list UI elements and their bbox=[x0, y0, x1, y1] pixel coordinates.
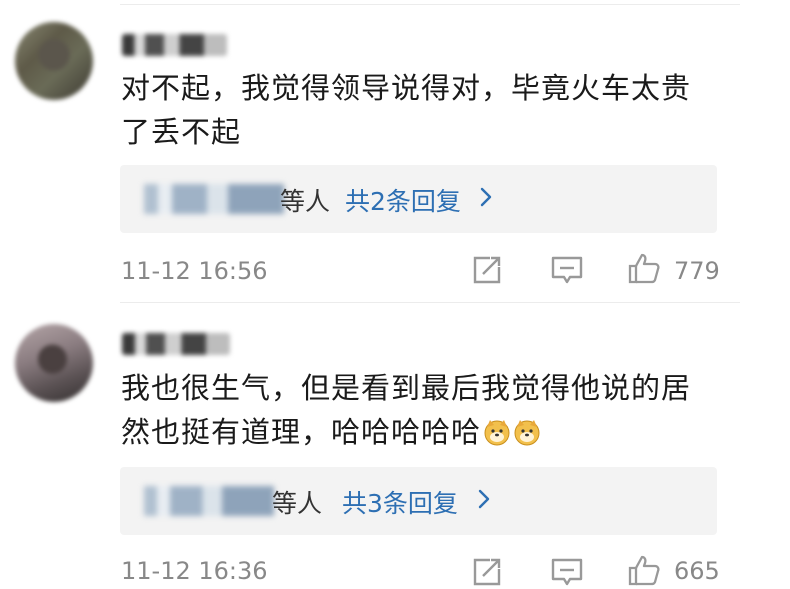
reply-usernames-blurred bbox=[144, 184, 284, 214]
reply-count-link[interactable]: 共2条回复 bbox=[345, 182, 461, 218]
like-count: 779 bbox=[674, 257, 720, 285]
comment-text-line: 了丢不起 bbox=[121, 115, 242, 149]
comment-icon[interactable] bbox=[550, 555, 584, 589]
avatar[interactable] bbox=[15, 324, 93, 402]
thumbs-up-icon[interactable] bbox=[627, 251, 661, 285]
comment-divider bbox=[120, 302, 740, 303]
like-count: 665 bbox=[674, 557, 720, 585]
username-blurred[interactable] bbox=[122, 34, 227, 56]
comment-text: 对不起，我觉得领导说得对，毕竟火车太贵 了丢不起 bbox=[121, 66, 721, 154]
comment-text-line: 对不起，我觉得领导说得对，毕竟火车太贵 bbox=[121, 71, 692, 105]
chevron-right-icon bbox=[478, 489, 490, 509]
timestamp: 11-12 16:36 bbox=[121, 557, 268, 585]
top-divider bbox=[120, 4, 740, 5]
doge-emoji-icon bbox=[514, 420, 540, 446]
timestamp: 11-12 16:56 bbox=[121, 257, 268, 285]
reply-etc-label: 等人 bbox=[280, 187, 331, 216]
chevron-right-icon bbox=[480, 187, 492, 207]
comment-icon[interactable] bbox=[550, 253, 584, 287]
avatar[interactable] bbox=[15, 22, 93, 100]
reply-usernames-blurred bbox=[144, 486, 274, 516]
comment-text: 我也很生气，但是看到最后我觉得他说的居 然也挺有道理，哈哈哈哈哈 bbox=[121, 366, 721, 454]
share-icon[interactable] bbox=[470, 555, 504, 589]
comment-text-line: 然也挺有道理，哈哈哈哈哈 bbox=[121, 415, 482, 449]
doge-emoji-icon bbox=[484, 420, 510, 446]
thumbs-up-icon[interactable] bbox=[627, 553, 661, 587]
reply-preview-box[interactable]: 等人 共3条回复 bbox=[120, 467, 717, 535]
share-icon[interactable] bbox=[470, 253, 504, 287]
comment-text-line: 我也很生气，但是看到最后我觉得他说的居 bbox=[121, 371, 692, 405]
reply-etc-label: 等人 bbox=[272, 489, 323, 518]
username-blurred[interactable] bbox=[122, 333, 230, 355]
comment-text-line-with-emoji: 然也挺有道理，哈哈哈哈哈 bbox=[121, 410, 721, 454]
reply-count-link[interactable]: 共3条回复 bbox=[342, 484, 458, 520]
reply-preview-box[interactable]: 等人 共2条回复 bbox=[120, 165, 717, 233]
